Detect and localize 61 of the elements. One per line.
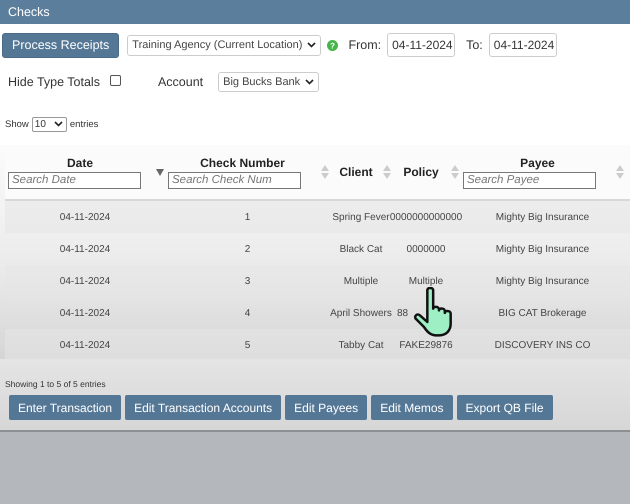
table-cell: 0000000 [406, 244, 446, 254]
search-field[interactable]: Search Payee [463, 172, 596, 188]
column-header[interactable]: Client [339, 165, 373, 179]
table-cell: 04-11-2024 [60, 308, 110, 318]
from-date-field[interactable]: 04-11-2024 [387, 33, 456, 57]
table-cell: 1 [244, 212, 250, 222]
action-button[interactable]: Edit Payees [285, 395, 368, 420]
table-cell: 04-11-2024 [60, 340, 110, 350]
hide-type-totals-label: Hide Type Totals [8, 75, 100, 89]
table-cell: 88 [397, 308, 408, 318]
table-cell: 5 [244, 340, 250, 350]
table-info: Showing 1 to 5 of 5 entries [5, 379, 107, 389]
action-button[interactable]: Enter Transaction [9, 395, 122, 420]
table-cell: 04-11-2024 [60, 244, 110, 254]
action-button[interactable]: Edit Memos [371, 395, 453, 420]
table-cell: 3 [244, 276, 250, 286]
table-cell: Tabby Cat [338, 340, 384, 350]
table-cell: 0000000000000 [390, 212, 462, 222]
to-label: To: [466, 38, 483, 52]
process-receipts-button[interactable]: Process Receipts [2, 32, 120, 58]
column-header[interactable]: Payee [520, 156, 555, 170]
table-cell: DISCOVERY INS CO [494, 340, 590, 350]
table-cell: Mighty Big Insurance [496, 212, 590, 222]
entries-label: entries [70, 118, 98, 130]
account-label: Account [158, 75, 204, 89]
action-button[interactable]: Edit Transaction Accounts [125, 395, 282, 420]
window-title: Checks [8, 5, 50, 19]
table-cell: Mighty Big Insurance [496, 244, 590, 254]
to-date-field[interactable]: 04-11-2024 [488, 33, 557, 57]
from-label: From: [348, 38, 382, 52]
sort-icon[interactable] [321, 165, 329, 179]
location-dropdown[interactable]: Training Agency (Current Location) [127, 34, 322, 56]
sort-icon[interactable] [383, 165, 391, 179]
table-cell: Multiple [408, 276, 444, 286]
table-cell: Black Cat [340, 244, 382, 254]
table-cell: 04-11-2024 [60, 276, 110, 286]
table-cell: BIG CAT Brokerage [498, 308, 586, 318]
caret-icon [305, 79, 314, 85]
table-cell: 4 [244, 308, 250, 318]
sort-descending-icon[interactable] [156, 168, 164, 176]
caret-icon [54, 121, 63, 127]
table-cell: Spring Fever [332, 212, 390, 222]
table-cell: Multiple [344, 276, 378, 286]
column-header[interactable]: Date [66, 156, 93, 170]
table-cell: 2 [244, 244, 250, 254]
checkbox[interactable] [110, 74, 121, 86]
column-header[interactable]: Check Number [200, 156, 285, 170]
caret-icon [307, 42, 316, 48]
sort-icon[interactable] [616, 165, 624, 179]
entries-dropdown[interactable]: 10 [32, 116, 67, 132]
search-field[interactable]: Search Date [8, 172, 141, 188]
action-button[interactable]: Export QB File [456, 395, 553, 420]
table-cell: April Showers [330, 308, 392, 318]
show-label: Show [5, 118, 29, 130]
table-cell: Mighty Big Insurance [496, 276, 590, 286]
column-header[interactable]: Policy [403, 165, 439, 179]
table-cell: 04-11-2024 [60, 212, 110, 222]
search-field[interactable]: Search Check Num [168, 172, 301, 188]
sort-icon[interactable] [451, 165, 459, 179]
table-cell: FAKE29876 [399, 340, 453, 350]
account-dropdown[interactable]: Big Bucks Bank [218, 72, 320, 92]
